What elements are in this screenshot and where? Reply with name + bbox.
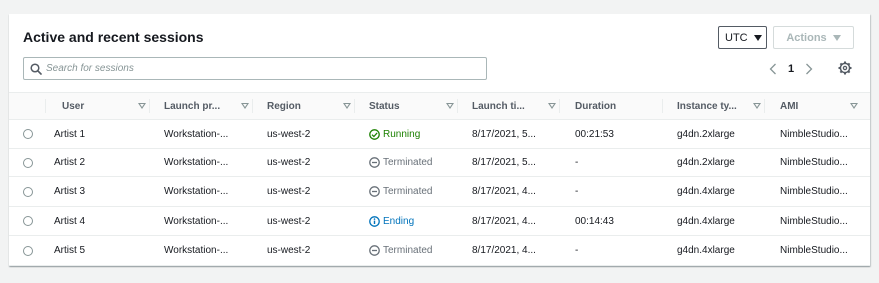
status-indicator: Terminated <box>369 157 432 168</box>
cell-duration: - <box>575 186 579 197</box>
cell-user: Artist 2 <box>54 157 86 168</box>
sort-icon <box>343 103 351 109</box>
panel-title: Active and recent sessions <box>23 29 204 45</box>
gear-icon[interactable] <box>838 61 852 75</box>
cell-launch-time: 8/17/2021, 4... <box>472 245 536 256</box>
column-header-region[interactable]: Region <box>267 93 355 119</box>
select-column-header <box>9 93 46 119</box>
check-circle-icon <box>369 128 380 140</box>
status-label: Terminated <box>383 245 433 256</box>
cell-user: Artist 1 <box>54 128 86 140</box>
cell-instance-type: g4dn.2xlarge <box>677 128 735 140</box>
stopped-icon <box>369 245 380 256</box>
cell-ami: NimbleStudio... <box>780 186 848 197</box>
cell-launch-time: 8/17/2021, 5... <box>472 128 536 140</box>
cell-launch-profile: Workstation-... <box>164 128 229 140</box>
chevron-right-icon[interactable] <box>805 63 813 75</box>
cell-launch-profile: Workstation-... <box>164 245 229 256</box>
cell-instance-type: g4dn.4xlarge <box>677 215 735 227</box>
status-label: Terminated <box>383 157 433 168</box>
column-header-status[interactable]: Status <box>369 93 458 119</box>
status-label: Terminated <box>383 186 433 197</box>
cell-status: Terminated <box>369 236 464 265</box>
actions-label: Actions <box>786 31 827 44</box>
cell-launch-time: 8/17/2021, 5... <box>472 157 536 168</box>
cell-instance-type: g4dn.4xlarge <box>677 245 735 256</box>
table-row[interactable]: Artist 5 Workstation-... us-west-2 Terminat… <box>9 236 870 266</box>
sessions-panel: Active and recent sessions UTC Actions 1 <box>9 14 870 266</box>
sort-icon <box>548 103 556 109</box>
cell-instance-type: g4dn.2xlarge <box>677 157 735 168</box>
search-input[interactable] <box>46 59 476 78</box>
cell-region: us-west-2 <box>267 245 311 256</box>
table-row[interactable]: Artist 3 Workstation-... us-west-2 Terminat… <box>9 177 870 207</box>
sort-icon <box>753 103 761 109</box>
cell-region: us-west-2 <box>267 186 311 197</box>
cell-region: us-west-2 <box>267 215 311 227</box>
search-icon <box>30 63 42 75</box>
row-select-radio[interactable] <box>23 157 33 168</box>
row-select-radio[interactable] <box>23 129 33 139</box>
column-header-user[interactable]: User <box>62 93 150 119</box>
table-header: User Launch pr... Region Status Launch t… <box>9 92 870 120</box>
info-icon <box>369 215 380 227</box>
row-select-radio[interactable] <box>23 216 33 226</box>
cell-launch-time: 8/17/2021, 4... <box>472 215 536 227</box>
sort-icon <box>241 103 249 109</box>
cell-user: Artist 5 <box>54 245 86 256</box>
cell-ami: NimbleStudio... <box>780 157 848 168</box>
column-header-instance-type[interactable]: Instance ty... <box>677 93 765 119</box>
row-select-radio[interactable] <box>23 186 33 197</box>
column-header-ami[interactable]: AMI <box>780 93 862 119</box>
actions-button[interactable]: Actions <box>773 26 854 49</box>
column-header-duration[interactable]: Duration <box>575 93 663 119</box>
cell-instance-type: g4dn.4xlarge <box>677 186 735 197</box>
timezone-dropdown[interactable]: UTC <box>718 26 767 49</box>
cell-status: Running <box>369 120 464 148</box>
cell-launch-profile: Workstation-... <box>164 215 229 227</box>
cell-duration: - <box>575 245 579 256</box>
cell-ami: NimbleStudio... <box>780 128 848 140</box>
caret-down-icon <box>753 34 762 41</box>
stopped-icon <box>369 157 380 168</box>
table-row[interactable]: Artist 2 Workstation-... us-west-2 Terminat… <box>9 149 870 177</box>
cell-ami: NimbleStudio... <box>780 245 848 256</box>
stopped-icon <box>369 186 380 197</box>
cell-user: Artist 3 <box>54 186 86 197</box>
column-header-launch-time[interactable]: Launch ti... <box>472 93 560 119</box>
cell-duration: - <box>575 157 579 168</box>
cell-region: us-west-2 <box>267 128 311 140</box>
status-indicator: Running <box>369 129 420 140</box>
table-row[interactable]: Artist 4 Workstation-... us-west-2 Ending 8/… <box>9 207 870 236</box>
status-indicator: Terminated <box>369 186 432 197</box>
cell-launch-profile: Workstation-... <box>164 157 229 168</box>
table-row[interactable]: Artist 1 Workstation-... us-west-2 Running 8… <box>9 120 870 149</box>
cell-duration: 00:14:43 <box>575 215 614 227</box>
cell-status: Ending <box>369 207 464 235</box>
page-number[interactable]: 1 <box>788 63 794 75</box>
search-box <box>23 57 487 80</box>
row-select-radio[interactable] <box>23 245 33 256</box>
pagination: 1 <box>769 60 813 78</box>
cell-launch-profile: Workstation-... <box>164 186 229 197</box>
caret-down-icon <box>832 34 841 41</box>
cell-status: Terminated <box>369 149 464 176</box>
sort-icon <box>138 103 146 109</box>
status-indicator: Terminated <box>369 245 432 256</box>
cell-duration: 00:21:53 <box>575 128 614 140</box>
cell-user: Artist 4 <box>54 215 86 227</box>
chevron-left-icon[interactable] <box>769 63 777 75</box>
column-header-launch-profile[interactable]: Launch pr... <box>164 93 253 119</box>
status-indicator: Ending <box>369 216 414 227</box>
status-label: Ending <box>383 215 415 227</box>
cell-status: Terminated <box>369 177 464 206</box>
cell-launch-time: 8/17/2021, 4... <box>472 186 536 197</box>
sort-icon <box>446 103 454 109</box>
cell-ami: NimbleStudio... <box>780 215 848 227</box>
sort-icon <box>850 103 858 109</box>
timezone-label: UTC <box>725 31 748 44</box>
status-label: Running <box>383 128 421 140</box>
cell-region: us-west-2 <box>267 157 311 168</box>
